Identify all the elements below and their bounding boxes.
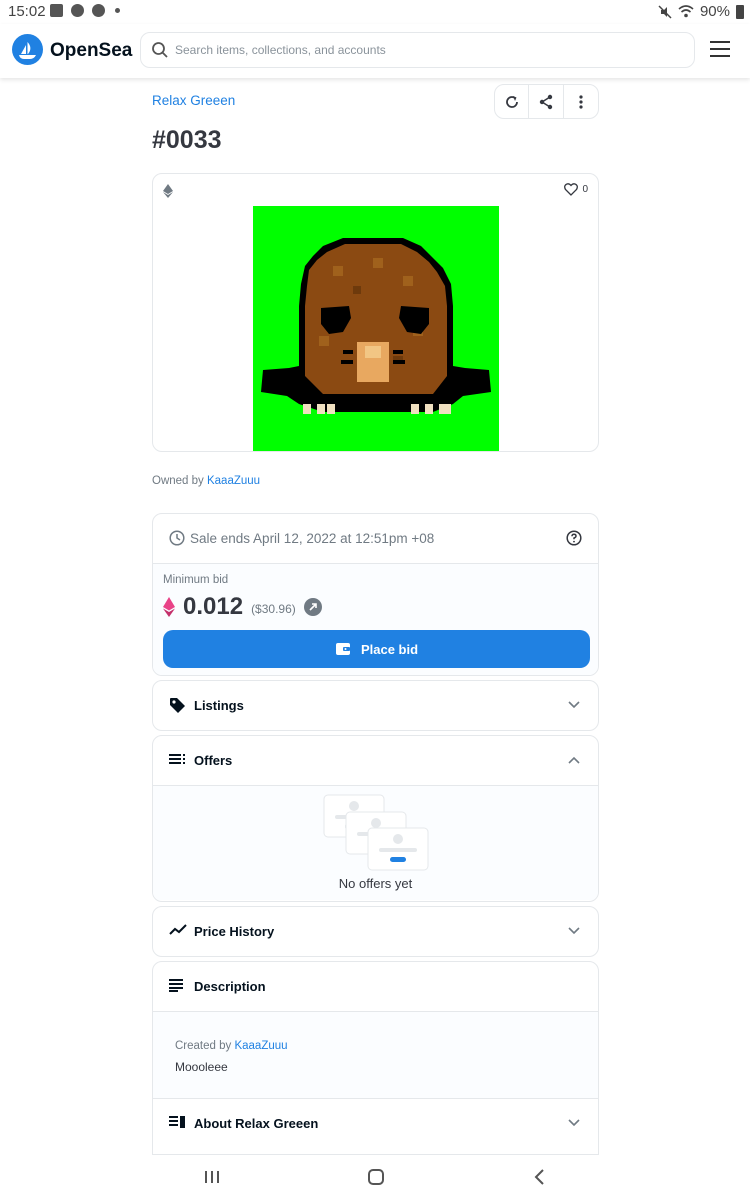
price-row: 0.012 ($30.96) [163, 593, 322, 621]
refresh-icon [505, 95, 518, 108]
price-value: 0.012 [183, 593, 244, 620]
app-header: OpenSea [0, 24, 750, 78]
chevron-up-icon [568, 756, 580, 764]
created-by: Created by KaaaZuuu [175, 1040, 288, 1052]
list-icon [169, 754, 185, 764]
clock-icon [169, 530, 185, 546]
description-text: Moooleee [175, 1060, 228, 1074]
external-link-icon[interactable] [303, 598, 322, 616]
wifi-icon [678, 5, 694, 18]
help-icon[interactable] [566, 530, 582, 546]
back-icon[interactable] [528, 1167, 552, 1187]
listings-title: Listings [194, 698, 244, 713]
trending-icon [169, 924, 187, 935]
listings-panel[interactable]: Listings [152, 680, 599, 731]
chevron-down-icon [568, 1119, 580, 1127]
description-panel: Description Created by KaaaZuuu Moooleee [152, 961, 599, 1099]
description-header[interactable]: Description [153, 962, 598, 1011]
sale-end-time: Sale ends April 12, 2022 at 12:51pm +08 [190, 531, 435, 546]
battery-percent: 90% [699, 3, 730, 20]
about-icon [169, 1116, 185, 1128]
more-notifications-icon [115, 8, 120, 13]
price-usd: ($30.96) [251, 602, 296, 616]
share-button[interactable] [529, 85, 564, 118]
search-bar[interactable] [140, 32, 695, 68]
recent-apps-icon[interactable] [200, 1167, 224, 1187]
favorite-count: 0 [582, 184, 588, 195]
created-by-label: Created by [175, 1040, 232, 1052]
home-icon[interactable] [364, 1167, 388, 1187]
chevron-down-icon [568, 701, 580, 709]
empty-offers-illustration [323, 794, 429, 871]
item-title: #0033 [152, 126, 222, 154]
mole-pixel-art [261, 238, 491, 414]
place-bid-label: Place bid [360, 641, 419, 657]
offers-panel: Offers No offers yet [152, 735, 599, 902]
refresh-button[interactable] [495, 85, 530, 118]
chevron-down-icon [568, 927, 580, 935]
minimum-bid-label: Minimum bid [163, 574, 229, 586]
battery-icon [736, 4, 744, 19]
brand-name[interactable]: OpenSea [50, 40, 132, 62]
sale-card: Sale ends April 12, 2022 at 12:51pm +08 … [152, 513, 599, 676]
offers-title: Offers [194, 753, 233, 768]
owned-by: Owned by KaaaZuuu [152, 475, 260, 487]
ethereum-pink-icon [163, 597, 175, 617]
opensea-logo-icon[interactable] [12, 34, 43, 65]
gallery-icon [50, 4, 63, 17]
place-bid-button[interactable]: Place bid [163, 630, 590, 668]
owner-link[interactable]: KaaaZuuu [207, 475, 260, 487]
wallet-icon [335, 643, 350, 655]
telegram-icon [92, 4, 105, 17]
more-options-button[interactable] [564, 85, 598, 118]
price-history-panel[interactable]: Price History [152, 906, 599, 957]
share-icon [539, 94, 553, 109]
offers-header[interactable]: Offers [153, 736, 598, 785]
nft-image-card: 0 [152, 173, 599, 452]
more-vertical-icon [579, 94, 583, 109]
about-title: About Relax Greeen [194, 1116, 319, 1131]
about-panel[interactable]: About Relax Greeen [152, 1098, 599, 1155]
notification-icons [50, 4, 120, 17]
tag-icon [170, 698, 185, 713]
price-history-title: Price History [194, 924, 275, 939]
heart-icon [564, 183, 579, 196]
search-icon [152, 42, 168, 58]
status-bar: 15:02 90% [0, 0, 750, 24]
hamburger-menu-icon[interactable] [710, 41, 732, 59]
creator-link[interactable]: KaaaZuuu [234, 1040, 287, 1052]
system-nav-bar [0, 1155, 750, 1200]
description-icon [169, 979, 183, 992]
ethereum-icon [163, 184, 173, 198]
app-icon [71, 4, 84, 17]
item-toolbar [494, 84, 599, 119]
status-time: 15:02 [8, 3, 46, 20]
nft-image[interactable] [253, 206, 499, 451]
owned-by-label: Owned by [152, 475, 204, 487]
mute-icon [658, 4, 672, 19]
collection-link[interactable]: Relax Greeen [152, 93, 235, 108]
search-input[interactable] [175, 39, 685, 61]
favorite-button[interactable]: 0 [564, 183, 588, 196]
description-title: Description [194, 979, 266, 994]
no-offers-text: No offers yet [338, 876, 413, 891]
